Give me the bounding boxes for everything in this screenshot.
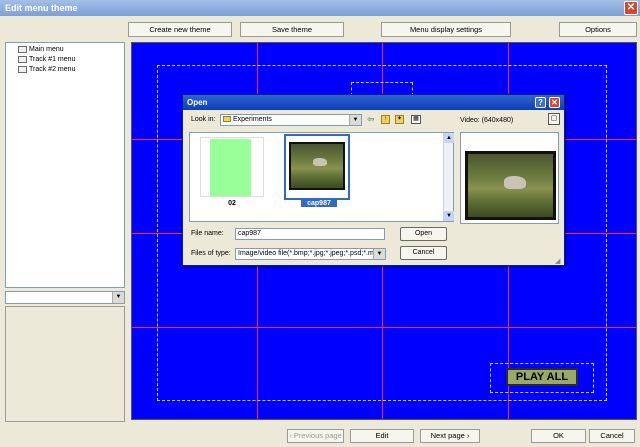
wolf-shape bbox=[313, 158, 327, 166]
file-name-label[interactable]: 02 bbox=[200, 200, 264, 207]
help-icon[interactable]: ? bbox=[535, 97, 546, 108]
file-name-field-label: File name: bbox=[191, 230, 224, 237]
chevron-down-icon[interactable]: ▼ bbox=[373, 249, 385, 259]
create-theme-button[interactable]: Create new theme bbox=[128, 22, 232, 37]
tree-item-track2-menu[interactable]: Track #2 menu bbox=[18, 65, 75, 75]
preview-pane bbox=[460, 132, 559, 224]
dialog-title: Open ? ✕ bbox=[183, 95, 564, 110]
file-type-select[interactable]: Image/video file(*.bmp;*.jpg;*.jpeg;*.ps… bbox=[235, 248, 386, 260]
preview-toggle-icon[interactable]: ▢ bbox=[548, 113, 560, 125]
look-in-label: Look in: bbox=[191, 116, 216, 123]
files-of-type-label: Files of type: bbox=[191, 250, 231, 257]
chevron-down-icon[interactable]: ▼ bbox=[112, 292, 124, 303]
menu-icon bbox=[18, 55, 27, 63]
edit-button[interactable]: Edit bbox=[350, 429, 414, 443]
tree-item-track1-menu[interactable]: Track #1 menu bbox=[18, 55, 75, 65]
menu-display-settings-button[interactable]: Menu display settings bbox=[381, 22, 511, 37]
view-menu-icon[interactable]: ▦ bbox=[411, 115, 421, 124]
back-icon[interactable]: ⇦ bbox=[367, 114, 375, 125]
new-folder-icon[interactable]: ✦ bbox=[395, 115, 404, 124]
preview-label: Video: (640x480) bbox=[460, 117, 514, 124]
play-all-button[interactable]: PLAY ALL bbox=[506, 368, 578, 386]
next-page-button[interactable]: Next page › bbox=[420, 429, 480, 443]
folder-icon bbox=[223, 116, 231, 123]
window-title: Edit menu theme bbox=[0, 0, 640, 16]
file-name-label-selected[interactable]: cap987 bbox=[301, 200, 337, 207]
menu-icon bbox=[18, 45, 27, 53]
options-button[interactable]: Options bbox=[559, 22, 637, 37]
tree-item-main-menu[interactable]: Main menu bbox=[18, 45, 64, 55]
cancel-button[interactable]: Cancel bbox=[589, 429, 635, 443]
file-name-input[interactable]: cap987 bbox=[235, 228, 385, 240]
file-thumbnail[interactable] bbox=[200, 137, 264, 197]
chevron-down-icon[interactable]: ▼ bbox=[349, 115, 361, 125]
wolf-image bbox=[289, 142, 345, 190]
ok-button[interactable]: OK bbox=[531, 429, 586, 443]
file-list[interactable]: 02 cap987 ▲ ▼ bbox=[189, 132, 454, 222]
vertical-scrollbar[interactable]: ▲ ▼ bbox=[443, 133, 454, 221]
preview-image bbox=[465, 151, 556, 220]
item-select[interactable]: ▼ bbox=[5, 291, 125, 304]
scroll-up-icon[interactable]: ▲ bbox=[444, 133, 454, 143]
scroll-down-icon[interactable]: ▼ bbox=[444, 211, 454, 221]
menu-icon bbox=[18, 65, 27, 73]
green-image bbox=[210, 139, 251, 196]
close-icon[interactable]: ✕ bbox=[624, 1, 638, 15]
open-dialog: Open ? ✕ Look in: Experiments ▼ ⇦ ↑ ✦ ▦ … bbox=[182, 94, 565, 266]
dialog-cancel-button[interactable]: Cancel bbox=[400, 246, 447, 260]
wolf-shape bbox=[504, 176, 526, 189]
look-in-select[interactable]: Experiments ▼ bbox=[220, 114, 362, 126]
close-icon[interactable]: ✕ bbox=[549, 97, 560, 108]
menu-tree[interactable]: Main menu Track #1 menu Track #2 menu bbox=[5, 42, 125, 288]
open-button[interactable]: Open bbox=[400, 227, 447, 241]
previous-page-button[interactable]: ‹ Previous page bbox=[287, 429, 344, 443]
resize-grip-icon[interactable]: ◢ bbox=[555, 257, 560, 265]
properties-panel bbox=[5, 306, 125, 422]
save-theme-button[interactable]: Save theme bbox=[240, 22, 344, 37]
file-thumbnail-selected[interactable] bbox=[284, 134, 350, 200]
up-folder-icon[interactable]: ↑ bbox=[381, 115, 390, 124]
